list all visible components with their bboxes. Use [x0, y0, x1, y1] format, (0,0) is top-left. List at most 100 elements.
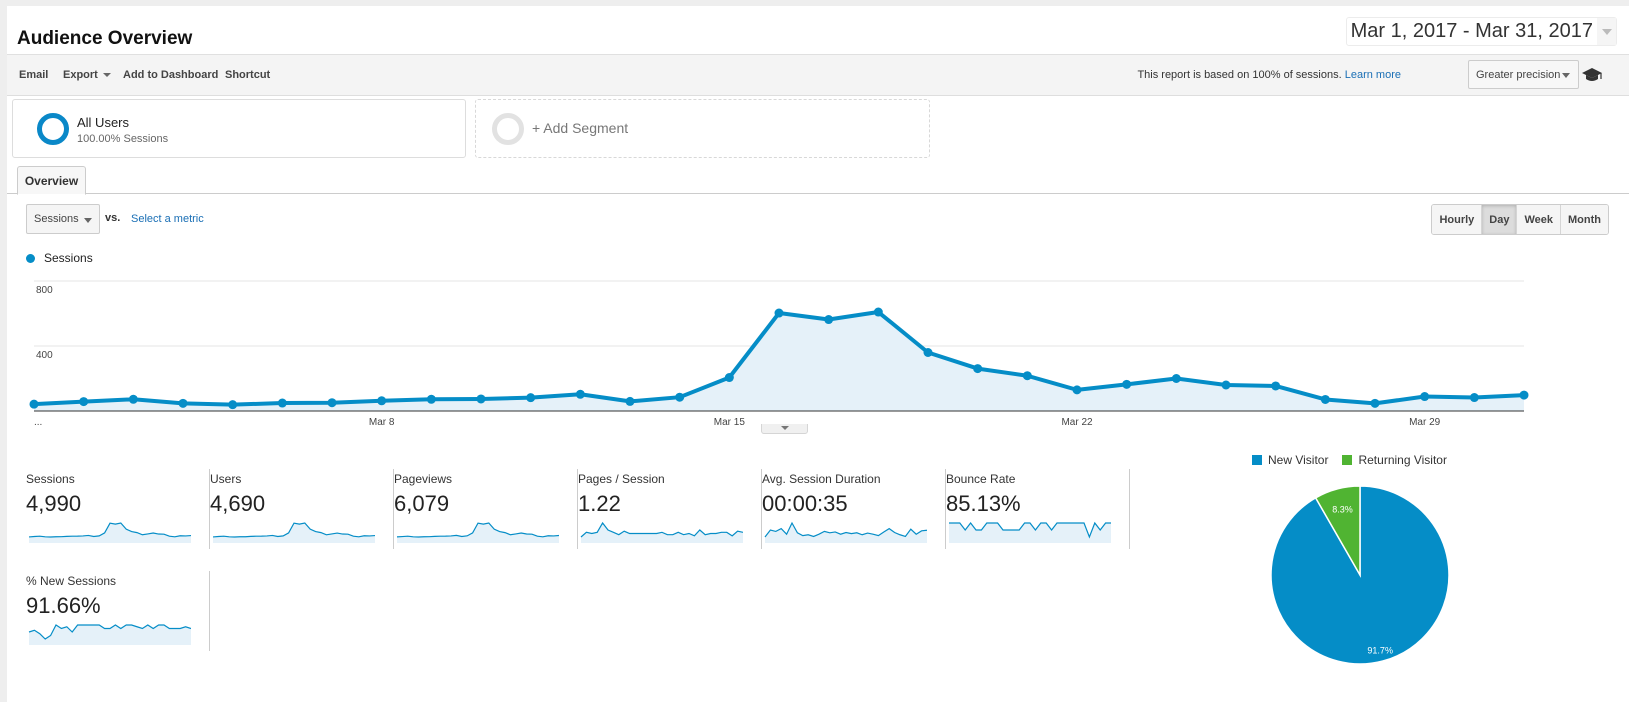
sampling-notice: This report is based on 100% of sessions…: [1137, 69, 1401, 81]
graduation-cap-icon[interactable]: [1581, 66, 1603, 84]
report-tabs: Overview: [7, 163, 1629, 195]
metric-label: Sessions: [26, 472, 75, 486]
chevron-down-icon[interactable]: [1597, 18, 1616, 45]
data-point[interactable]: [1271, 381, 1281, 391]
chart-legend: Sessions: [26, 251, 93, 265]
data-point[interactable]: [178, 398, 188, 408]
segment-ring-icon: [492, 113, 524, 145]
data-point[interactable]: [327, 398, 337, 408]
metric-selector[interactable]: Sessions: [26, 204, 100, 234]
add-to-dashboard-button[interactable]: Add to Dashboard: [123, 69, 218, 81]
segment-ring-icon: [37, 113, 69, 145]
data-point[interactable]: [526, 393, 536, 403]
data-point[interactable]: [277, 398, 287, 408]
data-point[interactable]: [228, 400, 238, 410]
precision-label: Greater precision: [1476, 68, 1561, 81]
sparkline: [212, 522, 375, 543]
metric-tile[interactable]: Sessions 4,990: [26, 469, 210, 549]
data-point[interactable]: [1519, 390, 1529, 400]
caret-down-icon: [1562, 73, 1570, 78]
metric-tile[interactable]: % New Sessions 91.66%: [26, 571, 210, 651]
data-point[interactable]: [476, 394, 486, 404]
shortcut-button[interactable]: Shortcut: [225, 69, 270, 81]
sessions-chart: 400 800... Mar 8 Mar 15 Mar 22 Mar 29: [29, 280, 1529, 426]
data-point[interactable]: [675, 392, 685, 402]
metric-value: 1.22: [578, 491, 621, 516]
data-point[interactable]: [1072, 385, 1082, 395]
report-header: Audience Overview Mar 1, 2017 - Mar 31, …: [7, 6, 1629, 55]
data-point[interactable]: [724, 373, 734, 383]
learn-more-link[interactable]: Learn more: [1345, 69, 1401, 81]
metric-tile[interactable]: Avg. Session Duration 00:00:35: [762, 469, 946, 549]
pie-legend: New Visitor Returning Visitor: [1252, 453, 1461, 467]
data-point[interactable]: [426, 394, 436, 404]
data-point[interactable]: [1171, 374, 1181, 383]
granularity-hourly[interactable]: Hourly: [1432, 205, 1482, 234]
data-point[interactable]: [625, 396, 635, 406]
metric-value: 91.66%: [26, 593, 101, 618]
data-point[interactable]: [29, 399, 39, 409]
data-point[interactable]: [1221, 380, 1231, 390]
data-point[interactable]: [1320, 394, 1330, 404]
x-tick-label: ...: [34, 417, 42, 426]
export-button[interactable]: Export: [63, 69, 111, 81]
data-point[interactable]: [873, 307, 883, 317]
granularity-day[interactable]: Day: [1481, 205, 1517, 234]
sparkline: [949, 521, 1111, 543]
data-point[interactable]: [973, 364, 983, 374]
data-point[interactable]: [923, 348, 933, 357]
precision-dropdown[interactable]: Greater precision: [1468, 60, 1579, 89]
email-button[interactable]: Email: [19, 69, 48, 81]
data-point[interactable]: [128, 394, 138, 404]
metric-tile[interactable]: Bounce Rate 85.13%: [946, 469, 1130, 549]
tile-divider: [209, 571, 210, 651]
sampling-text: This report is based on 100% of sessions…: [1137, 69, 1342, 81]
metric-tile[interactable]: Pages / Session 1.22: [578, 469, 762, 549]
legend-swatch-icon: [1342, 455, 1353, 465]
data-point[interactable]: [1420, 392, 1430, 402]
legend-label: Sessions: [44, 251, 93, 265]
chart-collapse-handle[interactable]: [761, 424, 808, 434]
metric-value: 4,990: [26, 491, 82, 516]
metric-tile[interactable]: Pageviews 6,079: [394, 469, 578, 549]
granularity-month[interactable]: Month: [1560, 205, 1608, 234]
visitor-pie-chart: 91.7% 8.3%: [1270, 485, 1450, 665]
data-point[interactable]: [377, 396, 387, 406]
date-range-picker[interactable]: Mar 1, 2017 - Mar 31, 2017: [1345, 17, 1617, 46]
data-point[interactable]: [1469, 393, 1479, 403]
x-tick-label: Mar 22: [1061, 417, 1093, 426]
sparkline-area: [213, 523, 375, 543]
granularity-toggle: Hourly Day Week Month: [1431, 204, 1609, 235]
metric-label: Pageviews: [394, 472, 453, 486]
data-point[interactable]: [79, 397, 89, 407]
metric-label: Bounce Rate: [946, 472, 1016, 486]
data-point[interactable]: [1022, 371, 1032, 381]
sessions-area: [34, 312, 1524, 411]
export-label: Export: [63, 69, 98, 81]
metric-value: 00:00:35: [762, 491, 848, 516]
caret-down-icon: [84, 218, 92, 223]
data-point[interactable]: [1370, 398, 1380, 408]
data-point[interactable]: [1122, 379, 1132, 389]
metric-tile[interactable]: Users 4,690: [210, 469, 394, 549]
data-point[interactable]: [774, 308, 784, 318]
pie-legend-new[interactable]: New Visitor: [1252, 453, 1328, 467]
segment-name: All Users: [77, 115, 130, 130]
pie-legend-label: Returning Visitor: [1358, 453, 1447, 467]
granularity-week[interactable]: Week: [1516, 205, 1561, 234]
sparkline: [28, 522, 191, 543]
legend-swatch-icon: [1252, 455, 1262, 465]
sparkline: [580, 521, 743, 543]
add-segment-button[interactable]: + Add Segment: [475, 99, 930, 158]
page-title: Audience Overview: [17, 28, 193, 49]
tab-overview[interactable]: Overview: [17, 166, 86, 195]
pie-legend-label: New Visitor: [1268, 453, 1329, 467]
report-toolbar: Email Export Add to Dashboard Shortcut T…: [7, 55, 1629, 96]
pie-legend-returning[interactable]: Returning Visitor: [1342, 453, 1447, 467]
data-point[interactable]: [824, 315, 834, 325]
metric-selector-label: Sessions: [34, 213, 79, 225]
select-metric-link[interactable]: Select a metric: [131, 213, 204, 225]
segment-all-users[interactable]: All Users 100.00% Sessions: [12, 99, 466, 158]
pie-slice-label: 8.3%: [1332, 505, 1353, 515]
data-point[interactable]: [575, 389, 585, 399]
